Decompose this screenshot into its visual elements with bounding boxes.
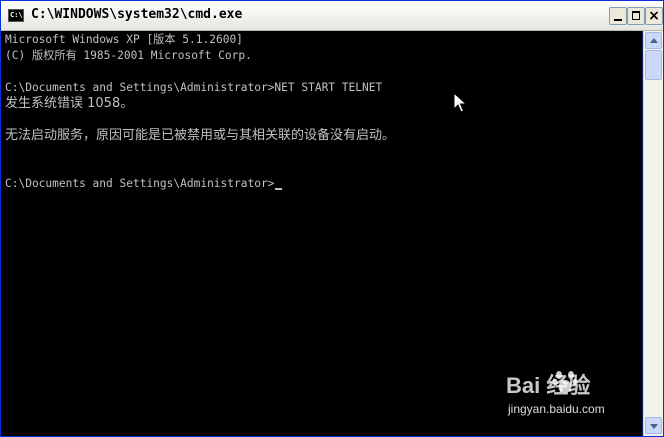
mouse-pointer-icon — [453, 92, 467, 113]
scroll-up-button[interactable] — [645, 32, 662, 49]
arrow-up-icon — [650, 38, 658, 43]
cmd-window: C:\ C:\WINDOWS\system32\cmd.exe × Micros… — [0, 0, 664, 437]
maximize-icon — [628, 8, 644, 24]
console-output[interactable]: Microsoft Windows XP [版本 5.1.2600] (C) 版… — [1, 31, 642, 436]
close-button[interactable]: × — [645, 7, 663, 25]
baidu-jingyan-watermark: Bai 经验 jingyan.baidu.com — [506, 368, 636, 428]
text-cursor — [275, 188, 283, 190]
console-line: 无法启动服务，原因可能是已被禁用或与其相关联的设备没有启动。 — [5, 128, 396, 143]
console-line: C:\Documents and Settings\Administrator>… — [5, 81, 383, 94]
arrow-down-icon — [650, 424, 658, 429]
maximize-button[interactable] — [627, 7, 645, 25]
close-icon: × — [648, 8, 660, 24]
scroll-down-button[interactable] — [645, 417, 662, 434]
cmd-app-icon[interactable]: C:\ — [8, 9, 24, 22]
console-prompt-line[interactable]: C:\Documents and Settings\Administrator> — [5, 176, 283, 192]
scroll-thumb[interactable] — [645, 50, 662, 80]
paw-icon — [552, 371, 578, 393]
console-line: Microsoft Windows XP [版本 5.1.2600] — [5, 33, 243, 46]
window-title: C:\WINDOWS\system32\cmd.exe — [31, 7, 243, 22]
console-line: 发生系统错误 1058。 — [5, 96, 134, 111]
title-bar[interactable]: C:\ C:\WINDOWS\system32\cmd.exe × — [1, 1, 663, 31]
vertical-scrollbar[interactable] — [643, 31, 663, 436]
minimize-icon — [610, 8, 626, 24]
console-prompt: C:\Documents and Settings\Administrator> — [5, 177, 275, 190]
watermark-site: jingyan.baidu.com — [508, 402, 605, 416]
minimize-button[interactable] — [609, 7, 627, 25]
console-line: (C) 版权所有 1985-2001 Microsoft Corp. — [5, 49, 252, 62]
